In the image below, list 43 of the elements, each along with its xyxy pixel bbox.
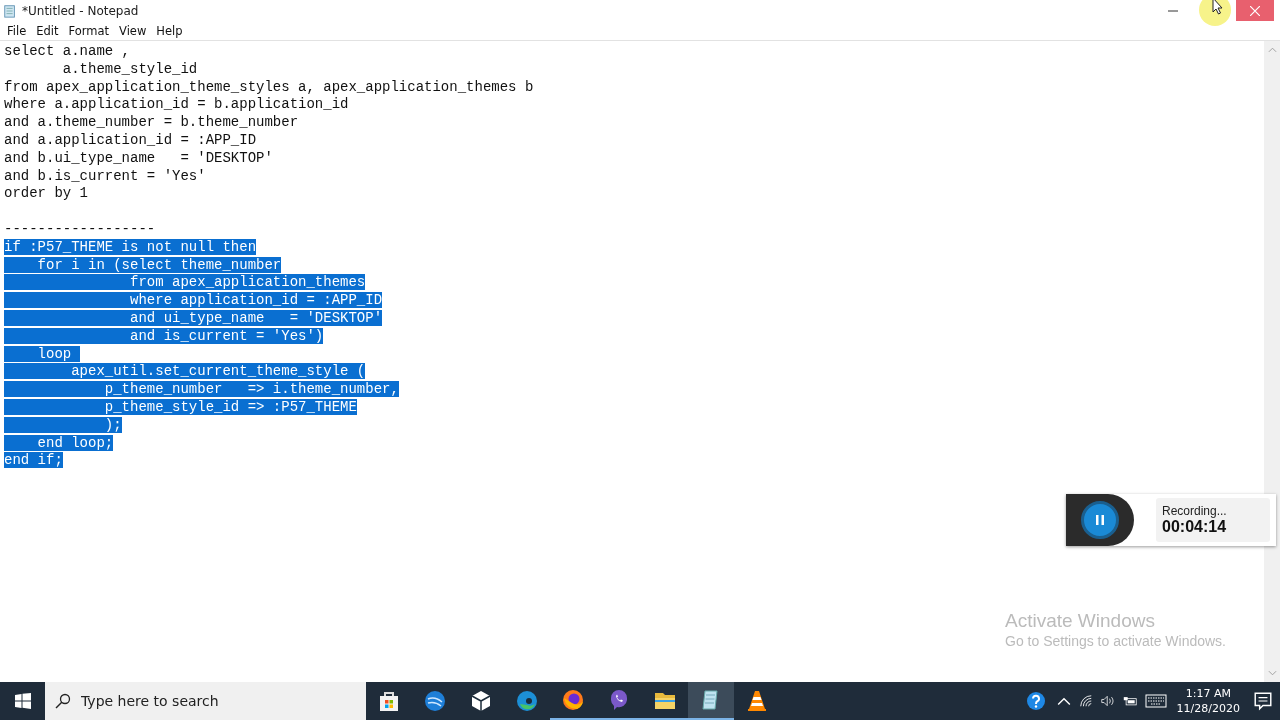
activation-message: Go to Settings to activate Windows. <box>1005 633 1226 649</box>
wifi-icon[interactable] <box>1078 694 1093 708</box>
start-icon[interactable] <box>15 693 31 709</box>
code-line: from apex_application_theme_styles a, apex_application_themes b <box>4 78 534 95</box>
code-line: a.theme_style_id <box>61 60 198 77</box>
menu-item[interactable]: Format <box>63 23 115 38</box>
code-line: order by 1 <box>4 185 88 202</box>
fox-globe-icon <box>561 688 585 712</box>
shopping-bag-icon <box>377 689 401 713</box>
recording-status: Recording... <box>1162 504 1228 518</box>
clock-date[interactable]: 11/28/2020 <box>1176 701 1240 716</box>
menu-item[interactable]: Help <box>151 23 188 38</box>
search-icon <box>55 693 71 709</box>
battery-icon[interactable] <box>1122 694 1137 708</box>
speaker-icon[interactable] <box>1100 694 1115 708</box>
code-line: select a.name , <box>4 43 131 59</box>
notification-icon[interactable] <box>1253 691 1273 711</box>
code-line: and a.application_id = :APP_ID <box>4 132 257 148</box>
edge-icon <box>515 689 539 713</box>
pause-button[interactable] <box>1081 501 1119 539</box>
close-icon <box>1250 5 1260 16</box>
window-title: *Untitled - Notepad <box>22 3 139 18</box>
traffic-cone-icon <box>745 689 769 713</box>
menu-item[interactable]: View <box>114 23 152 38</box>
recording-timer: 00:04:14 <box>1162 518 1228 536</box>
help-icon[interactable] <box>1025 691 1046 711</box>
keyboard-icon[interactable] <box>1144 694 1167 708</box>
close-button[interactable] <box>1236 0 1274 21</box>
notepad-icon <box>3 3 17 18</box>
code-line: and b.is_current = 'Yes' <box>4 167 206 184</box>
code-line: and b.ui_type_name = 'DESKTOP' <box>4 149 273 166</box>
ring-icon <box>423 689 447 713</box>
clock-time[interactable]: 1:17 AM <box>1185 686 1231 701</box>
taskbar-app[interactable] <box>688 682 734 720</box>
search-field[interactable]: Type here to search <box>45 682 366 720</box>
menu-item[interactable]: Edit <box>31 23 64 38</box>
menu-item[interactable]: File <box>2 23 32 38</box>
code-line: where a.application_id = b.application_id <box>4 96 349 113</box>
cube-icon <box>469 689 493 713</box>
pause-icon <box>1095 514 1105 526</box>
activation-title: Activate Windows <box>1005 610 1156 632</box>
code-line: ------------------ <box>4 220 156 237</box>
code-line: and a.theme_number = b.theme_number <box>4 114 299 131</box>
